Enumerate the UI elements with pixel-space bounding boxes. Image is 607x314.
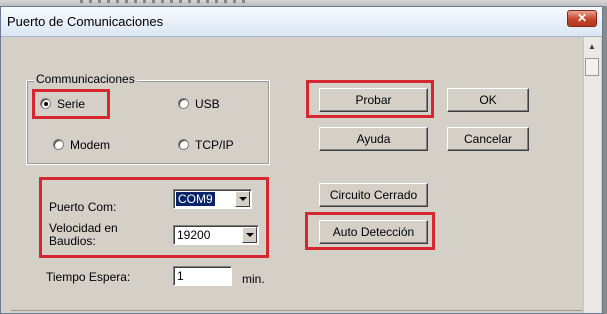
highlight-serie: [32, 89, 110, 119]
port-combobox[interactable]: COM9: [173, 189, 252, 209]
radio-unselected-icon: [178, 139, 189, 150]
scroll-up-arrow-icon[interactable]: ▲: [588, 43, 596, 51]
highlight-probar: [306, 80, 434, 118]
timeout-label: Tiempo Espera:: [46, 270, 131, 284]
vertical-scrollbar[interactable]: ▲: [583, 37, 601, 313]
ayuda-button[interactable]: Ayuda: [319, 127, 428, 151]
dialog-client-area: ▲ Communicaciones Serie USB Modem TCP/IP…: [1, 37, 602, 313]
radio-usb-label: USB: [195, 97, 220, 111]
timeout-unit: min.: [242, 272, 265, 286]
dialog-window: Puerto de Comunicaciones ✕ ▲ Communicaci…: [0, 6, 603, 314]
timeout-input[interactable]: 1: [173, 266, 232, 286]
chevron-down-icon[interactable]: [235, 191, 250, 207]
window-title: Puerto de Comunicaciones: [7, 14, 164, 29]
baud-value: 19200: [177, 228, 211, 242]
radio-unselected-icon: [178, 98, 189, 109]
radio-modem-label: Modem: [70, 138, 111, 152]
port-value: COM9: [176, 192, 215, 206]
circuito-cerrado-button[interactable]: Circuito Cerrado: [319, 183, 428, 207]
scrollbar-thumb[interactable]: [585, 58, 599, 76]
baud-label-line1: Velocidad en: [49, 221, 118, 235]
port-label: Puerto Com:: [49, 200, 117, 214]
baud-label-line2: Baudios:: [49, 234, 96, 248]
close-button[interactable]: ✕: [567, 10, 597, 27]
radio-unselected-icon: [53, 139, 64, 150]
ok-button[interactable]: OK: [447, 88, 529, 112]
close-icon: ✕: [576, 11, 588, 25]
cancelar-button[interactable]: Cancelar: [447, 127, 529, 151]
baud-combobox[interactable]: 19200: [173, 225, 259, 245]
title-bar[interactable]: Puerto de Comunicaciones ✕: [1, 7, 602, 37]
highlight-auto-deteccion: [305, 212, 435, 250]
radio-tcpip-label: TCP/IP: [195, 138, 234, 152]
timeout-value: 1: [177, 269, 184, 283]
background-text-fragment: [80, 0, 250, 3]
chevron-down-icon[interactable]: [242, 227, 257, 243]
bottom-divider: [11, 310, 582, 311]
communications-group-label: Communicaciones: [34, 72, 137, 86]
